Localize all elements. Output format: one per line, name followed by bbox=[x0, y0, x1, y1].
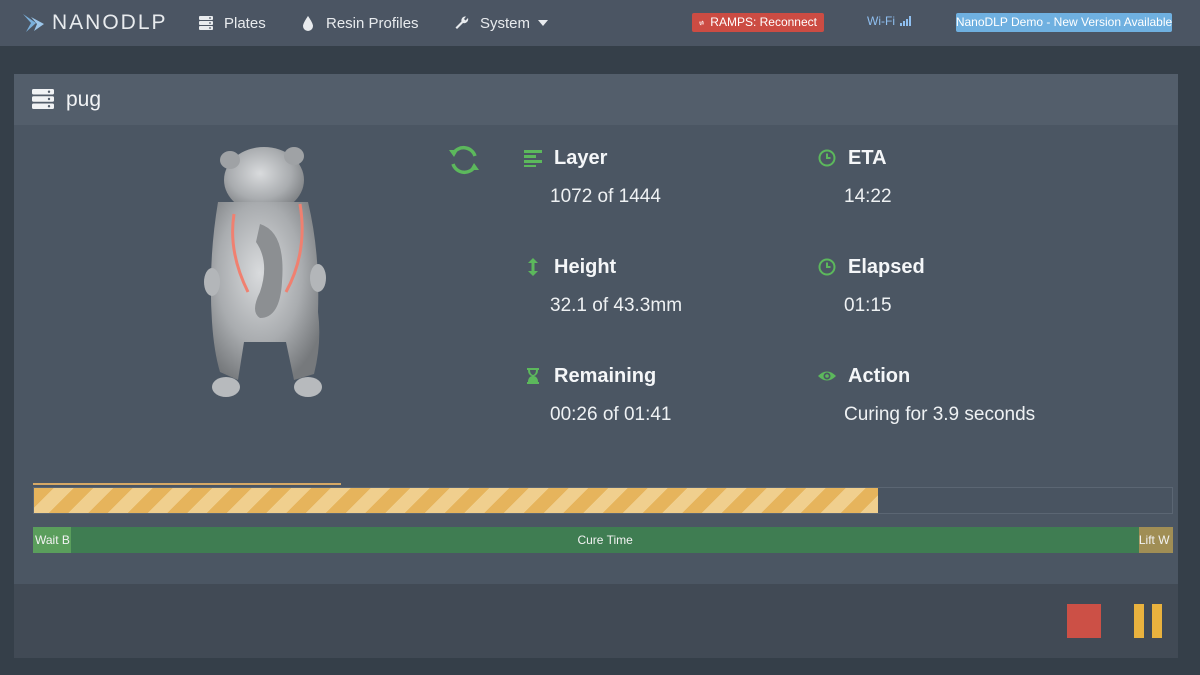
nav-plates[interactable]: Plates bbox=[198, 12, 266, 34]
nav-plates-label: Plates bbox=[224, 14, 266, 32]
brand-name: NANODLP bbox=[52, 11, 168, 34]
stat-height-value: 32.1 of 43.3mm bbox=[550, 295, 683, 316]
stat-eta: ETA 14:22 bbox=[818, 145, 1078, 208]
vertical-arrows-icon bbox=[528, 258, 538, 276]
nav-resin-profiles-label: Resin Profiles bbox=[326, 14, 419, 32]
refresh-icon[interactable] bbox=[446, 142, 482, 178]
signal-icon bbox=[899, 16, 911, 26]
stat-remaining-label: Remaining bbox=[554, 364, 657, 387]
nav-resin-profiles[interactable]: Resin Profiles bbox=[300, 12, 419, 34]
stat-layer-value: 1072 of 1444 bbox=[550, 186, 661, 207]
clock-icon bbox=[818, 149, 836, 167]
pause-button[interactable] bbox=[1134, 604, 1162, 638]
secondary-progress-line bbox=[33, 483, 341, 485]
stat-action: Action Curing for 3.9 seconds bbox=[818, 363, 1158, 426]
wrench-icon bbox=[455, 16, 469, 29]
panel-header: pug bbox=[14, 74, 1178, 125]
stat-layer: Layer 1072 of 1444 bbox=[524, 145, 784, 208]
ramps-reconnect-badge[interactable]: RAMPS: Reconnect bbox=[692, 13, 824, 32]
wifi-label: Wi-Fi bbox=[867, 14, 895, 28]
phase-lift-label: Lift W bbox=[1138, 533, 1170, 547]
top-navbar: NANODLP Plates Resin Profiles System RAM… bbox=[0, 0, 1200, 46]
stat-elapsed-value: 01:15 bbox=[844, 295, 892, 316]
wifi-status[interactable]: Wi-Fi bbox=[867, 14, 912, 28]
layer-progress-bar bbox=[33, 487, 1173, 514]
stat-layer-label: Layer bbox=[554, 146, 608, 169]
caret-down-icon bbox=[538, 20, 549, 26]
panel-footer bbox=[14, 584, 1178, 658]
layer-phase-bar: Wait B Cure Time Lift W bbox=[33, 527, 1173, 553]
pause-bar-left bbox=[1134, 604, 1144, 638]
stat-eta-value: 14:22 bbox=[844, 186, 892, 207]
stop-button[interactable] bbox=[1067, 604, 1101, 638]
pause-bar-right bbox=[1152, 604, 1162, 638]
model-preview-image bbox=[204, 147, 326, 397]
brand[interactable]: NANODLP bbox=[22, 9, 168, 37]
nanodlp-logo-icon bbox=[23, 14, 44, 32]
stat-action-value: Curing for 3.9 seconds bbox=[844, 404, 1036, 425]
drop-icon bbox=[303, 16, 313, 31]
stat-remaining-value: 00:26 of 01:41 bbox=[550, 404, 672, 425]
phase-cure: Cure Time bbox=[71, 527, 1139, 553]
layer-progress-fill bbox=[34, 488, 879, 513]
align-left-icon bbox=[524, 150, 542, 167]
phase-lift: Lift W bbox=[1138, 527, 1173, 553]
stat-height: Height 32.1 of 43.3mm bbox=[524, 254, 784, 317]
stat-remaining: Remaining 00:26 of 01:41 bbox=[524, 363, 784, 426]
plate-title: pug bbox=[66, 88, 102, 111]
eye-icon bbox=[818, 371, 836, 381]
phase-wait: Wait B bbox=[33, 527, 72, 553]
server-icon bbox=[199, 16, 213, 30]
stat-elapsed: Elapsed 01:15 bbox=[818, 254, 1078, 317]
stat-action-label: Action bbox=[848, 364, 911, 387]
clock-icon bbox=[818, 258, 836, 276]
ramps-reconnect-label: RAMPS: Reconnect bbox=[710, 15, 817, 29]
new-version-label: NanoDLP Demo - New Version Available bbox=[955, 15, 1173, 29]
nav-system-label: System bbox=[480, 14, 531, 32]
nav-system-dropdown[interactable]: System bbox=[454, 12, 549, 34]
new-version-badge[interactable]: NanoDLP Demo - New Version Available bbox=[956, 13, 1172, 32]
server-icon bbox=[32, 89, 54, 109]
stat-elapsed-label: Elapsed bbox=[848, 255, 925, 278]
exchange-icon bbox=[699, 20, 705, 25]
stat-height-label: Height bbox=[554, 255, 617, 278]
phase-cure-label: Cure Time bbox=[577, 533, 633, 547]
hourglass-icon bbox=[527, 368, 539, 384]
print-status-panel: pug Layer 1072 of 1444 ETA 14:22 Height … bbox=[14, 74, 1178, 658]
phase-wait-label: Wait B bbox=[35, 533, 70, 547]
stat-eta-label: ETA bbox=[848, 146, 887, 169]
